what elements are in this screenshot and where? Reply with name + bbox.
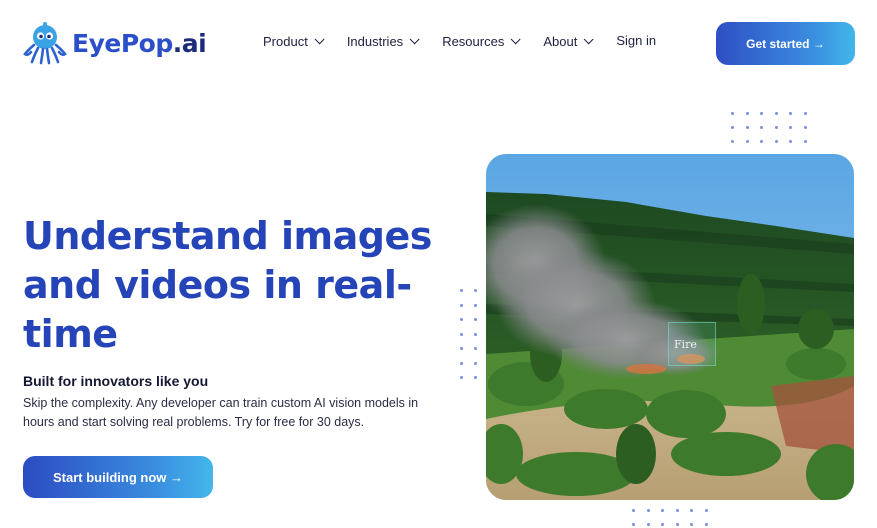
decorative-dot bbox=[632, 509, 635, 512]
decorative-dot bbox=[690, 509, 693, 512]
detection-label: Fire bbox=[674, 338, 697, 351]
decorative-dot bbox=[789, 126, 792, 129]
decorative-dot bbox=[760, 140, 763, 143]
decorative-dot bbox=[731, 112, 734, 115]
decorative-dot bbox=[632, 523, 635, 526]
chevron-down-icon bbox=[510, 34, 521, 45]
decorative-dot bbox=[675, 509, 679, 512]
decorative-dot bbox=[646, 509, 650, 512]
decorative-dot bbox=[474, 303, 477, 307]
decorative-dot bbox=[474, 347, 477, 350]
decorative-dot bbox=[474, 361, 477, 365]
get-started-button[interactable]: Get started → bbox=[716, 22, 855, 65]
octopus-logo-icon bbox=[23, 22, 67, 65]
chevron-down-icon bbox=[583, 34, 594, 45]
decorative-dot bbox=[731, 126, 734, 129]
brand-name-main: EyePop bbox=[72, 28, 173, 58]
decorative-dot bbox=[789, 140, 792, 143]
decorative-dot bbox=[460, 318, 463, 321]
chevron-down-icon bbox=[314, 34, 325, 45]
decorative-dot bbox=[760, 126, 763, 129]
brand-name-suffix: .ai bbox=[172, 28, 207, 58]
hero-headline: Understand images and videos in real-tim… bbox=[23, 214, 432, 356]
nav-item-about[interactable]: About bbox=[543, 34, 594, 49]
decorative-dot bbox=[474, 318, 477, 321]
decorative-dot bbox=[803, 112, 807, 115]
nav-item-label: About bbox=[543, 34, 578, 49]
nav-item-label: Industries bbox=[346, 34, 404, 49]
hero-description: Skip the complexity. Any developer can t… bbox=[23, 396, 419, 429]
decorative-dots-bottom bbox=[632, 509, 719, 526]
decorative-dot bbox=[661, 523, 664, 526]
decorative-dots-top bbox=[731, 112, 818, 143]
decorative-dot bbox=[675, 523, 679, 526]
top-navigation: EyePop.ai Product Industries Resources A… bbox=[0, 0, 877, 86]
nav-item-label: Product bbox=[263, 34, 308, 49]
decorative-dot bbox=[460, 289, 463, 292]
nav-item-label: Resources bbox=[442, 34, 505, 49]
decorative-dot bbox=[690, 523, 693, 526]
decorative-dot bbox=[731, 140, 734, 143]
decorative-dot bbox=[460, 376, 463, 379]
brand-name: EyePop.ai bbox=[72, 28, 207, 58]
decorative-dot bbox=[460, 347, 463, 350]
decorative-dots-left bbox=[460, 289, 488, 379]
decorative-dot bbox=[661, 509, 664, 512]
decorative-dot bbox=[745, 112, 749, 115]
sign-in-link[interactable]: Sign in bbox=[616, 33, 656, 48]
logo[interactable]: EyePop.ai bbox=[22, 20, 207, 66]
decorative-dot bbox=[774, 126, 778, 129]
nav-item-industries[interactable]: Industries bbox=[346, 34, 420, 49]
decorative-dot bbox=[774, 112, 778, 115]
nav-item-resources[interactable]: Resources bbox=[442, 34, 521, 49]
decorative-dot bbox=[745, 140, 749, 143]
start-building-button[interactable]: Start building now → bbox=[23, 456, 213, 498]
nav-item-product[interactable]: Product bbox=[263, 34, 325, 49]
hero-subhead: Built for innovators like you bbox=[23, 373, 209, 389]
decorative-dot bbox=[704, 509, 708, 512]
decorative-dot bbox=[474, 376, 477, 379]
chevron-down-icon bbox=[409, 34, 420, 45]
decorative-dot bbox=[789, 112, 792, 115]
decorative-dot bbox=[803, 140, 807, 143]
decorative-dot bbox=[803, 126, 807, 129]
decorative-dot bbox=[745, 126, 749, 129]
decorative-dot bbox=[460, 361, 463, 365]
hero-image-wildfire: Fire bbox=[486, 154, 854, 500]
main-menu: Product Industries Resources About Sign … bbox=[263, 33, 656, 49]
decorative-dot bbox=[646, 523, 650, 526]
decorative-dot bbox=[460, 303, 463, 307]
decorative-dot bbox=[774, 140, 778, 143]
decorative-dot bbox=[474, 289, 477, 292]
decorative-dot bbox=[460, 332, 463, 336]
decorative-dot bbox=[704, 523, 708, 526]
decorative-dot bbox=[474, 332, 477, 336]
decorative-dot bbox=[760, 112, 763, 115]
